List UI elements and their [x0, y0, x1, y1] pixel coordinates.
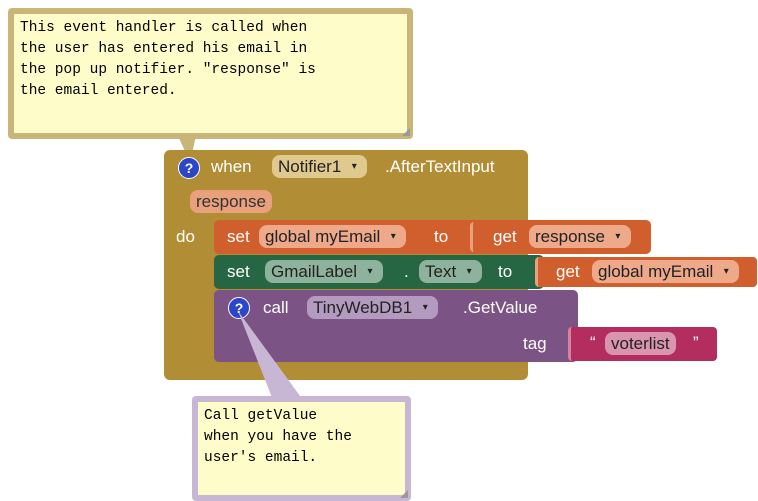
call-method-label: .GetValue	[463, 298, 538, 317]
comment-bottom-text[interactable]: Call getValue when you have the user's e…	[198, 402, 405, 495]
get-global-email-variable-dropdown[interactable]: global myEmail	[592, 260, 740, 283]
gmail-label-component-dropdown[interactable]: GmailLabel	[265, 260, 383, 283]
text-value-field[interactable]: voterlist	[605, 332, 676, 355]
event-do-label: do	[176, 227, 195, 246]
event-when-label: when	[211, 157, 252, 176]
comment-resize-handle[interactable]	[402, 128, 410, 136]
text-quote-close: ”	[693, 333, 699, 352]
set-label-to-label: to	[498, 262, 513, 281]
comment-bubble-bottom[interactable]: Call getValue when you have the user's e…	[192, 396, 411, 501]
tag-socket-label: tag	[523, 334, 547, 353]
set-label-dot: .	[404, 262, 409, 281]
get-response-get-label: get	[493, 227, 517, 246]
comment-top-text[interactable]: This event handler is called when the us…	[14, 14, 407, 133]
global-variable-dropdown[interactable]: global myEmail	[259, 225, 407, 248]
get-global-email-get-label: get	[556, 262, 580, 281]
notifier-component-dropdown[interactable]: Notifier1	[272, 155, 368, 178]
tinywebdb-component-dropdown[interactable]: TinyWebDB1	[307, 296, 439, 319]
comment-bubble-top[interactable]: This event handler is called when the us…	[8, 8, 413, 139]
event-name-label: .AfterTextInput	[385, 157, 495, 176]
event-param-response[interactable]: response	[190, 190, 272, 213]
event-help-icon[interactable]: ?	[178, 157, 200, 179]
text-quote-open: “	[590, 333, 596, 352]
get-response-variable-dropdown[interactable]: response	[529, 225, 631, 248]
comment-bottom-resize-handle[interactable]	[400, 490, 408, 498]
set-email-to-label: to	[434, 227, 449, 246]
set-label-set-label: set	[227, 262, 250, 281]
set-email-set-label: set	[227, 227, 250, 246]
comment-pointer-bottom	[238, 311, 303, 400]
text-property-dropdown[interactable]: Text	[419, 260, 483, 283]
